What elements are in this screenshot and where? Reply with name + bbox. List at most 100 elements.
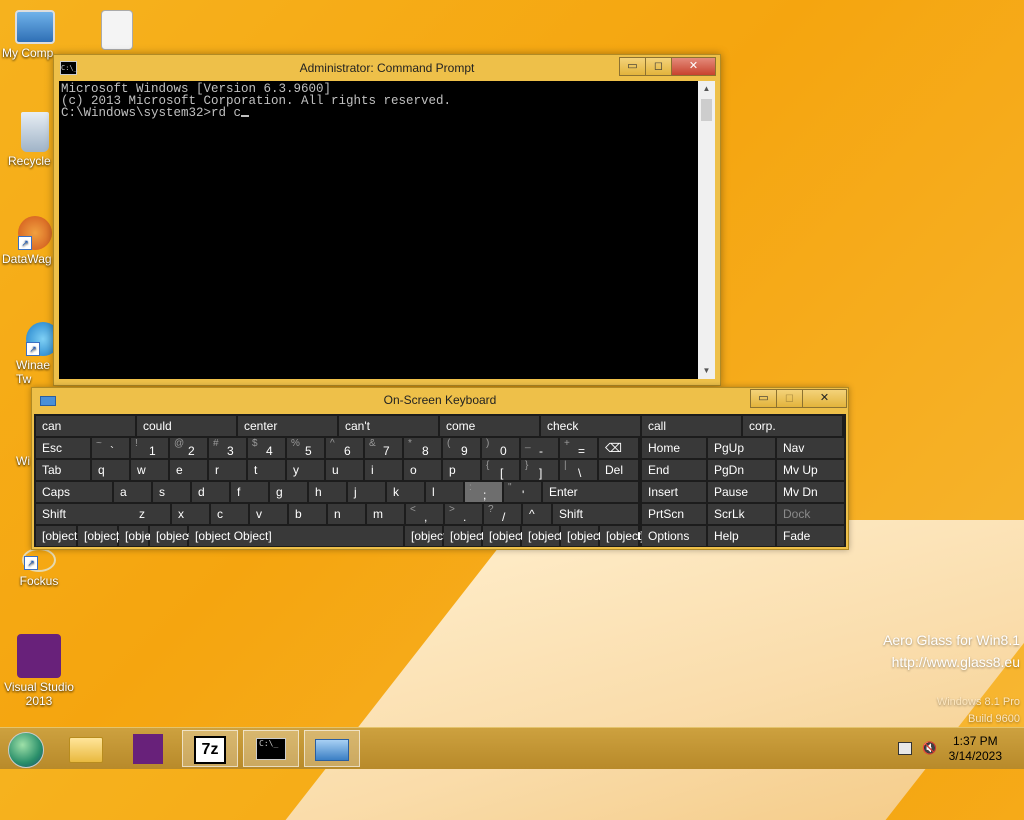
scroll-down-icon[interactable]: ▼ [698, 363, 715, 379]
keyboard-key[interactable]: [object Object] [405, 526, 488, 546]
keyboard-key[interactable]: ? / [484, 504, 521, 524]
keyboard-key[interactable]: [object Object] [561, 526, 644, 546]
keyboard-key[interactable]: ! 1 [131, 438, 168, 458]
keyboard-key[interactable]: m [367, 504, 404, 524]
scroll-up-icon[interactable]: ▲ [698, 81, 715, 97]
desktop-icon-fockus[interactable]: ↗ Fockus [4, 548, 74, 588]
keyboard-key[interactable]: % 5 [287, 438, 324, 458]
prediction-key[interactable]: can't [339, 416, 438, 436]
taskbar-command-prompt[interactable]: C:\_ [243, 730, 299, 767]
keyboard-key[interactable]: Caps [36, 482, 112, 502]
keyboard-key[interactable]: n [328, 504, 365, 524]
keyboard-key[interactable]: r [209, 460, 246, 480]
keyboard-key[interactable]: [object Object] [444, 526, 527, 546]
spacebar-key[interactable]: [object Object] [189, 526, 403, 546]
scrollbar-thumb[interactable] [701, 99, 712, 121]
volume-muted-icon[interactable]: 🔇 [922, 741, 937, 755]
keyboard-key[interactable]: + = [560, 438, 597, 458]
prediction-key[interactable]: check [541, 416, 640, 436]
keyboard-key[interactable]: k [387, 482, 424, 502]
esc-key[interactable]: Esc [36, 438, 90, 458]
keyboard-key[interactable]: @2 [170, 438, 207, 458]
keyboard-key[interactable]: | \ [560, 460, 597, 480]
keyboard-key[interactable]: e [170, 460, 207, 480]
keyboard-key[interactable]: Fade [777, 526, 844, 546]
prediction-key[interactable]: call [642, 416, 741, 436]
keyboard-key[interactable]: Shift [553, 504, 638, 524]
keyboard-key[interactable]: ScrLk [708, 504, 775, 524]
close-button[interactable]: ✕ [802, 389, 847, 408]
keyboard-key[interactable]: Enter [543, 482, 638, 502]
keyboard-key[interactable]: s [153, 482, 190, 502]
keyboard-key[interactable]: [object Object] [119, 526, 202, 546]
close-button[interactable]: ✕ [671, 57, 716, 76]
keyboard-key[interactable]: PgDn [708, 460, 775, 480]
keyboard-key[interactable]: {[ [482, 460, 519, 480]
maximize-button[interactable]: ◻ [776, 389, 803, 408]
keyboard-key[interactable]: * 8 [404, 438, 441, 458]
keyboard-key[interactable]: [object Object] [522, 526, 605, 546]
keyboard-key[interactable]: d [192, 482, 229, 502]
prediction-key[interactable]: center [238, 416, 337, 436]
keyboard-key[interactable]: w [131, 460, 168, 480]
keyboard-key[interactable]: [object Object] [150, 526, 233, 546]
keyboard-key[interactable]: ~ ` [92, 438, 129, 458]
desktop-icon-visual-studio[interactable]: Visual Studio 2013 [4, 634, 74, 708]
prediction-key[interactable]: can [36, 416, 135, 436]
prediction-key[interactable]: could [137, 416, 236, 436]
keyboard-key[interactable]: Del [599, 460, 638, 480]
minimize-button[interactable]: ▭ [619, 57, 646, 76]
keyboard-key[interactable]: & 7 [365, 438, 402, 458]
keyboard-key[interactable]: :; [465, 482, 502, 502]
keyboard-key[interactable]: h [309, 482, 346, 502]
taskbar-on-screen-keyboard[interactable] [304, 730, 360, 767]
keyboard-key[interactable]: (9 [443, 438, 480, 458]
keyboard-key[interactable]: o [404, 460, 441, 480]
keyboard-key[interactable]: f [231, 482, 268, 502]
keyboard-key[interactable]: [object Object] [78, 526, 161, 546]
keyboard-key[interactable]: }] [521, 460, 558, 480]
command-prompt-window[interactable]: C:\_ Administrator: Command Prompt ▭ ◻ ✕… [53, 54, 721, 386]
keyboard-key[interactable]: Options [642, 526, 706, 546]
desktop-icon-document[interactable] [82, 10, 152, 52]
on-screen-keyboard-window[interactable]: On-Screen Keyboard ▭ ◻ ✕ can could center c… [31, 387, 849, 550]
keyboard-key[interactable]: " ' [504, 482, 541, 502]
keyboard-key[interactable]: g [270, 482, 307, 502]
keyboard-key[interactable]: Dock [777, 504, 844, 524]
vertical-scrollbar[interactable]: ▲ ▼ [698, 81, 715, 379]
keyboard-key[interactable]: t [248, 460, 285, 480]
keyboard-key[interactable]: y [287, 460, 324, 480]
keyboard-key[interactable]: z [133, 504, 170, 524]
taskbar-visual-studio[interactable] [120, 730, 176, 767]
desktop-icon-my-computer[interactable]: My Comp [0, 10, 70, 60]
keyboard-key[interactable]: Tab [36, 460, 90, 480]
taskbar-7zip[interactable]: 7z [182, 730, 238, 767]
prediction-key[interactable]: come [440, 416, 539, 436]
system-clock[interactable]: 1:37 PM 3/14/2023 [949, 734, 1002, 764]
keyboard-key[interactable]: ^ [523, 504, 551, 524]
keyboard-key[interactable]: [object Object] [36, 526, 119, 546]
minimize-button[interactable]: ▭ [750, 389, 777, 408]
window-titlebar[interactable]: C:\_ Administrator: Command Prompt ▭ ◻ ✕ [54, 55, 720, 81]
taskbar-file-explorer[interactable] [58, 730, 114, 767]
keyboard-key[interactable]: i [365, 460, 402, 480]
prediction-key[interactable]: corp. [743, 416, 842, 436]
keyboard-key[interactable]: PgUp [708, 438, 775, 458]
keyboard-key[interactable]: [object Object] [483, 526, 566, 546]
keyboard-key[interactable]: q [92, 460, 129, 480]
keyboard-key[interactable]: _ - [521, 438, 558, 458]
keyboard-key[interactable]: Home [642, 438, 706, 458]
keyboard-key[interactable]: Mv Dn [777, 482, 844, 502]
keyboard-key[interactable]: x [172, 504, 209, 524]
keyboard-key[interactable]: Help [708, 526, 775, 546]
keyboard-key[interactable]: Pause [708, 482, 775, 502]
backspace-key[interactable]: ⌫ [599, 438, 638, 458]
keyboard-key[interactable]: p [443, 460, 480, 480]
keyboard-key[interactable]: #3 [209, 438, 246, 458]
network-icon[interactable] [898, 742, 912, 755]
keyboard-key[interactable]: u [326, 460, 363, 480]
keyboard-key[interactable]: <, [406, 504, 443, 524]
keyboard-key[interactable]: v [250, 504, 287, 524]
start-button[interactable] [2, 730, 50, 768]
keyboard-key[interactable]: Insert [642, 482, 706, 502]
